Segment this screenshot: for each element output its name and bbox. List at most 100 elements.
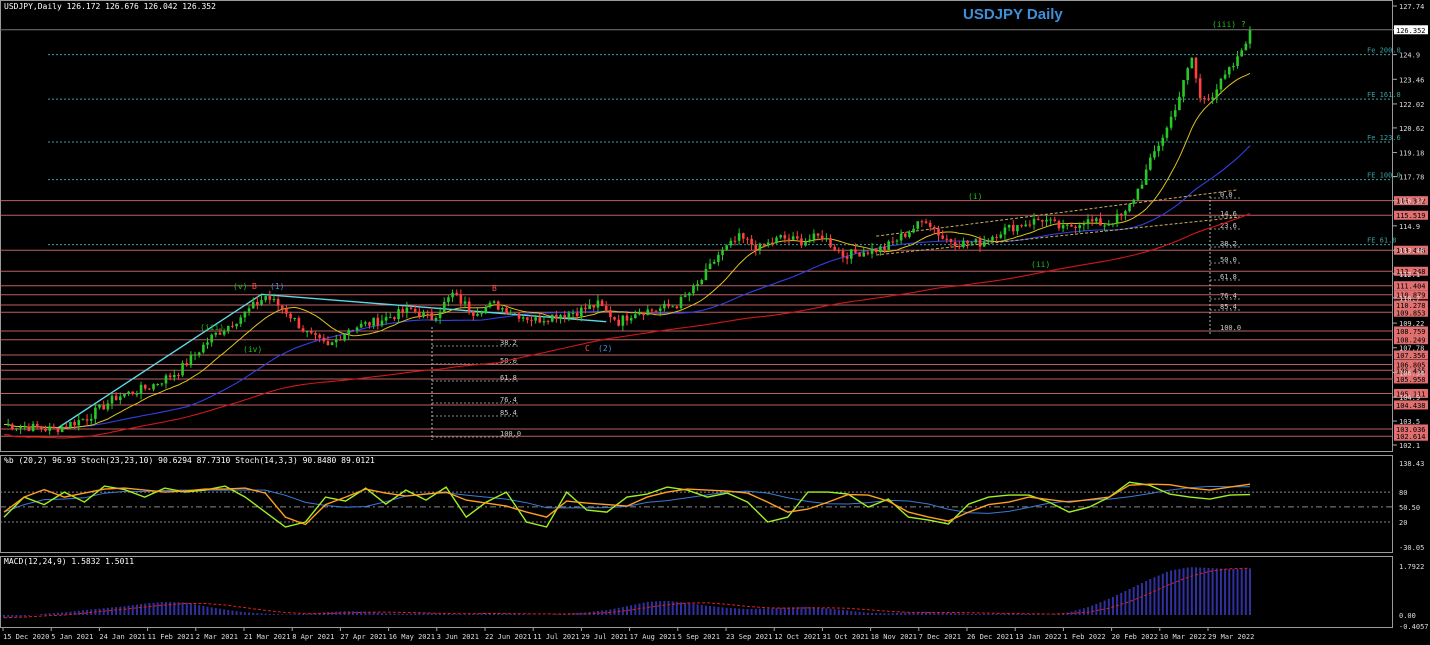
- candle-body: [609, 310, 612, 318]
- candle-body: [118, 396, 122, 400]
- candle-body: [110, 395, 114, 404]
- osc-tick-label: -30.05: [1399, 544, 1424, 552]
- fib-label: FE 100.0: [1367, 172, 1401, 180]
- candle-body: [596, 300, 600, 308]
- candle-body: [35, 423, 39, 428]
- candle-body: [517, 313, 521, 319]
- candle-body: [658, 308, 662, 311]
- candle-body: [459, 294, 463, 304]
- candle-body: [264, 296, 267, 301]
- level-value: 108.759: [1396, 328, 1426, 336]
- candle-body: [326, 341, 330, 346]
- candle-body: [571, 312, 575, 314]
- y-tick-label: 107.78: [1399, 345, 1424, 353]
- candle-body: [451, 292, 454, 298]
- candle-body: [6, 424, 10, 426]
- candle-body: [654, 310, 658, 312]
- candle-body: [1211, 97, 1214, 100]
- candle-body: [675, 306, 679, 309]
- x-tick-label: 3 Jun 2021: [437, 633, 479, 641]
- candle-body: [841, 250, 845, 257]
- candle-body: [1032, 218, 1036, 225]
- retracement-label: 76.4: [500, 396, 517, 404]
- candle-body: [1198, 78, 1202, 99]
- x-tick-label: 29 Mar 2022: [1208, 633, 1254, 641]
- candle-body: [530, 319, 533, 321]
- x-tick-label: 16 May 2021: [389, 633, 435, 641]
- x-tick-label: 11 Feb 2021: [148, 633, 194, 641]
- main-panel: [0, 0, 1393, 452]
- candle-body: [1153, 151, 1156, 158]
- candle-body: [575, 312, 579, 317]
- candle-body: [135, 393, 139, 395]
- candle-body: [949, 239, 953, 242]
- candle-body: [463, 301, 467, 304]
- candle-body: [102, 404, 105, 410]
- candle-body: [688, 293, 691, 296]
- candle-body: [721, 249, 724, 255]
- sma-mid-line: [3, 145, 1251, 429]
- wave-label: (iii): [200, 323, 224, 332]
- candle-body: [1165, 127, 1169, 138]
- y-tick-label: 103.5: [1399, 418, 1420, 426]
- candle-body: [181, 363, 184, 376]
- candle-body: [484, 306, 488, 314]
- x-tick-label: 24 Jan 2021: [99, 633, 145, 641]
- candle-body: [808, 239, 812, 242]
- usdjpy-chart[interactable]: 116.372115.519113.476112.248111.404110.8…: [0, 0, 1430, 645]
- candle-body: [268, 296, 272, 300]
- candle-body: [854, 249, 857, 253]
- candle-body: [708, 263, 712, 270]
- candle-body: [1190, 57, 1194, 69]
- candle-body: [580, 307, 583, 317]
- candle-body: [733, 240, 737, 242]
- candle-body: [168, 375, 172, 378]
- candle-body: [401, 309, 405, 313]
- candle-body: [380, 320, 384, 326]
- retracement-label: 61.8: [500, 374, 517, 382]
- fib-extensions: [48, 54, 1393, 246]
- y-tick-label: 112.1: [1399, 271, 1420, 279]
- candle-body: [1107, 223, 1111, 226]
- y-tick-label: 123.46: [1399, 76, 1424, 84]
- candle-body: [260, 300, 263, 305]
- candle-body: [247, 308, 251, 312]
- candle-body: [19, 426, 22, 429]
- candle-body: [293, 318, 297, 320]
- candle-body: [488, 302, 492, 307]
- macd-tick-label: -0.4057: [1399, 623, 1429, 631]
- candle-body: [1215, 89, 1219, 98]
- candle-body: [272, 299, 276, 301]
- candle-body: [89, 418, 93, 421]
- candle-body: [343, 334, 346, 341]
- candle-body: [127, 391, 130, 395]
- y-tick-label: 102.1: [1399, 442, 1420, 450]
- x-tick-label: 21 Mar 2021: [244, 633, 290, 641]
- fib-label: Fe 123.6: [1367, 134, 1401, 142]
- candle-body: [476, 314, 479, 316]
- candle-body: [218, 332, 222, 335]
- candle-body: [621, 315, 625, 326]
- candle-body: [696, 284, 699, 286]
- candle-body: [202, 344, 205, 353]
- candle-body: [131, 391, 135, 394]
- retracement-label: 100.0: [500, 430, 521, 438]
- candle-body: [334, 339, 338, 343]
- candle-body: [534, 317, 537, 321]
- x-tick-label: 26 Dec 2021: [967, 633, 1013, 641]
- candle-body: [546, 321, 550, 323]
- y-tick-label: 106.34: [1399, 369, 1424, 377]
- candle-body: [364, 322, 367, 324]
- candle-body: [887, 241, 890, 250]
- candle-body: [505, 308, 508, 314]
- candle-body: [820, 235, 824, 240]
- x-tick-label: 20 Feb 2022: [1112, 633, 1158, 641]
- candle-body: [858, 252, 861, 257]
- retracement-label-2: 0.0: [1220, 191, 1233, 199]
- candle-body: [862, 252, 866, 257]
- retracement-label-2: 14.6: [1220, 210, 1237, 218]
- candle-body: [314, 333, 317, 335]
- candle-body: [634, 314, 637, 319]
- candle-body: [559, 315, 562, 319]
- candle-body: [372, 317, 375, 326]
